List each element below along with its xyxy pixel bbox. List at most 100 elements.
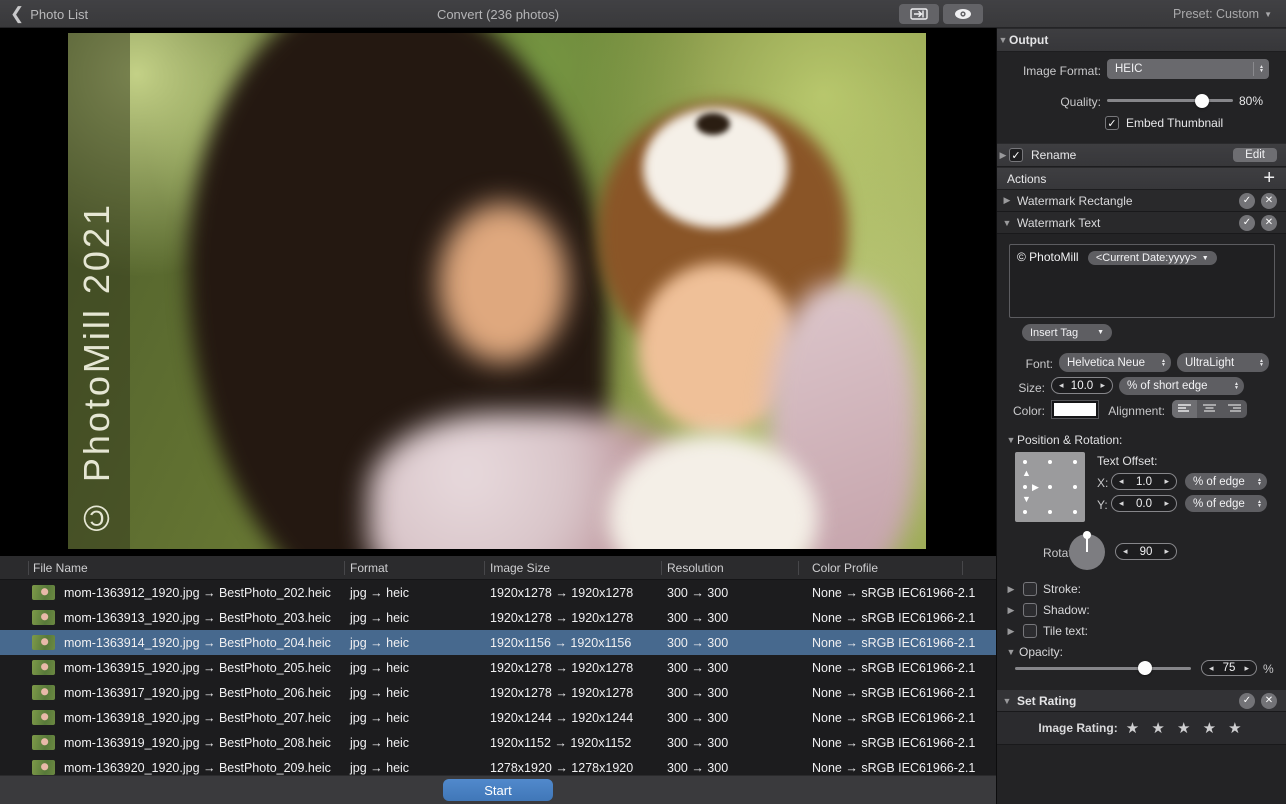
watermark-rectangle-row[interactable]: ▶ Watermark Rectangle ✓ ✕ (997, 190, 1286, 212)
table-row[interactable]: mom-1363918_1920.jpg → BestPhoto_207.hei… (0, 705, 996, 730)
export-panel-button[interactable] (899, 4, 939, 24)
tile-text-checkbox[interactable] (1023, 624, 1037, 638)
y-unit-select[interactable]: % of edge ▲▼ (1185, 495, 1267, 512)
cell-color-profile: None → sRGB IEC61966-2.1 (812, 580, 975, 605)
table-row[interactable]: mom-1363913_1920.jpg → BestPhoto_203.hei… (0, 605, 996, 630)
embed-thumbnail-label: Embed Thumbnail (1126, 116, 1223, 130)
font-family-select[interactable]: Helvetica Neue ▲▼ (1059, 353, 1171, 372)
x-offset-stepper[interactable]: ◂ 1.0 ▸ (1111, 473, 1177, 490)
increment-icon[interactable]: ▸ (1164, 476, 1169, 487)
rename-edit-button[interactable]: Edit (1233, 148, 1277, 162)
position-rotation-header[interactable]: ▼ Position & Rotation: (1005, 433, 1122, 447)
add-action-button[interactable]: + (1263, 167, 1275, 190)
table-row[interactable]: mom-1363912_1920.jpg → BestPhoto_202.hei… (0, 580, 996, 605)
output-section-header[interactable]: ▼ Output (997, 28, 1286, 52)
stepper-updown-icon: ▲▼ (1229, 382, 1244, 390)
quality-slider-knob[interactable] (1195, 94, 1209, 108)
column-header-resolution[interactable]: Resolution (667, 556, 724, 580)
stroke-row[interactable]: ▶ Stroke: (1005, 582, 1081, 596)
size-stepper[interactable]: ◂ 10.0 ▸ (1051, 377, 1113, 394)
rename-section-header[interactable]: ▶ ✓ Rename Edit (997, 143, 1286, 167)
insert-tag-label: Insert Tag (1030, 327, 1078, 339)
action-enabled-icon[interactable]: ✓ (1239, 193, 1255, 209)
anchor-dot[interactable] (1048, 485, 1052, 489)
size-unit-select[interactable]: % of short edge ▲▼ (1119, 377, 1244, 395)
stroke-label: Stroke: (1043, 582, 1081, 596)
set-rating-row[interactable]: ▼ Set Rating ✓ ✕ (997, 690, 1286, 712)
opacity-slider-knob[interactable] (1138, 661, 1152, 675)
font-label: Font: (997, 357, 1053, 371)
action-remove-icon[interactable]: ✕ (1261, 693, 1277, 709)
rotation-knob[interactable] (1083, 531, 1091, 539)
cell-resolution: 300 → 300 (667, 680, 728, 705)
table-row[interactable]: mom-1363917_1920.jpg → BestPhoto_206.hei… (0, 680, 996, 705)
position-anchor-grid[interactable]: ▲ ▼ ▶ (1015, 452, 1085, 522)
anchor-dot[interactable] (1023, 510, 1027, 514)
increment-icon[interactable]: ▸ (1100, 380, 1105, 391)
x-unit-select[interactable]: % of edge ▲▼ (1185, 473, 1267, 490)
stroke-checkbox[interactable] (1023, 582, 1037, 596)
anchor-dot[interactable] (1048, 460, 1052, 464)
disclosure-down-icon: ▼ (1001, 218, 1013, 228)
action-remove-icon[interactable]: ✕ (1261, 193, 1277, 209)
watermark-text-row[interactable]: ▼ Watermark Text ✓ ✕ (997, 212, 1286, 234)
decrement-icon[interactable]: ◂ (1119, 476, 1124, 487)
rotation-dial[interactable] (1069, 534, 1105, 570)
chevron-down-icon: ▼ (1264, 10, 1272, 19)
table-row[interactable]: mom-1363920_1920.jpg → BestPhoto_209.hei… (0, 755, 996, 775)
column-header-format[interactable]: Format (350, 556, 388, 580)
anchor-dot[interactable] (1023, 460, 1027, 464)
checkbox-checked-icon[interactable]: ✓ (1105, 116, 1119, 130)
column-header-file-name[interactable]: File Name (33, 556, 88, 580)
cell-file-name: mom-1363913_1920.jpg → BestPhoto_203.hei… (64, 605, 331, 630)
table-row-selected[interactable]: mom-1363914_1920.jpg → BestPhoto_204.hei… (0, 630, 996, 655)
action-remove-icon[interactable]: ✕ (1261, 215, 1277, 231)
anchor-dot-selected[interactable] (1023, 485, 1027, 489)
font-weight-select[interactable]: UltraLight ▲▼ (1177, 353, 1269, 372)
preset-menu[interactable]: Preset: Custom ▼ (1173, 0, 1272, 28)
rename-checkbox[interactable]: ✓ (1009, 148, 1023, 162)
star-rating-control[interactable]: ★ ★ ★ ★ ★ (1126, 719, 1246, 737)
decrement-icon[interactable]: ◂ (1119, 498, 1124, 509)
align-center-button[interactable] (1197, 400, 1222, 418)
action-enabled-icon[interactable]: ✓ (1239, 215, 1255, 231)
anchor-dot[interactable] (1073, 460, 1077, 464)
decrement-icon[interactable]: ◂ (1059, 380, 1064, 391)
column-header-color-profile[interactable]: Color Profile (812, 556, 878, 580)
table-row[interactable]: mom-1363915_1920.jpg → BestPhoto_205.hei… (0, 655, 996, 680)
column-divider (344, 561, 345, 575)
opacity-header[interactable]: ▼ Opacity: (1005, 645, 1063, 659)
anchor-dot[interactable] (1048, 510, 1052, 514)
align-right-button[interactable] (1222, 400, 1247, 418)
rotation-stepper[interactable]: ◂ 90 ▸ (1115, 543, 1177, 560)
quality-slider-track[interactable] (1107, 99, 1233, 102)
insert-tag-button[interactable]: Insert Tag ▼ (1022, 324, 1112, 341)
anchor-dot[interactable] (1073, 510, 1077, 514)
increment-icon[interactable]: ▸ (1244, 663, 1249, 674)
start-button[interactable]: Start (443, 779, 553, 801)
increment-icon[interactable]: ▸ (1164, 546, 1169, 557)
decrement-icon[interactable]: ◂ (1123, 546, 1128, 557)
opacity-slider-track[interactable] (1015, 667, 1191, 670)
chevron-down-icon: ▼ (1097, 329, 1104, 336)
align-left-button[interactable] (1172, 400, 1197, 418)
image-format-select[interactable]: HEIC ▲▼ (1107, 59, 1269, 79)
shadow-row[interactable]: ▶ Shadow: (1005, 603, 1090, 617)
cell-format: jpg → heic (350, 730, 409, 755)
anchor-dot[interactable] (1073, 485, 1077, 489)
increment-icon[interactable]: ▸ (1164, 498, 1169, 509)
opacity-stepper[interactable]: ◂ 75 ▸ (1201, 660, 1257, 676)
embed-thumbnail-checkbox-row[interactable]: ✓ Embed Thumbnail (1105, 116, 1223, 130)
watermark-text-editor[interactable]: © PhotoMill <Current Date:yyyy> ▼ (1009, 244, 1275, 318)
image-format-value: HEIC (1107, 63, 1253, 75)
column-header-image-size[interactable]: Image Size (490, 556, 550, 580)
date-token[interactable]: <Current Date:yyyy> ▼ (1088, 251, 1217, 265)
y-offset-stepper[interactable]: ◂ 0.0 ▸ (1111, 495, 1177, 512)
tile-text-row[interactable]: ▶ Tile text: (1005, 624, 1088, 638)
action-enabled-icon[interactable]: ✓ (1239, 693, 1255, 709)
table-row[interactable]: mom-1363919_1920.jpg → BestPhoto_208.hei… (0, 730, 996, 755)
date-token-label: <Current Date:yyyy> (1096, 252, 1197, 264)
preview-toggle-button[interactable] (943, 4, 983, 24)
shadow-checkbox[interactable] (1023, 603, 1037, 617)
decrement-icon[interactable]: ◂ (1209, 663, 1214, 674)
